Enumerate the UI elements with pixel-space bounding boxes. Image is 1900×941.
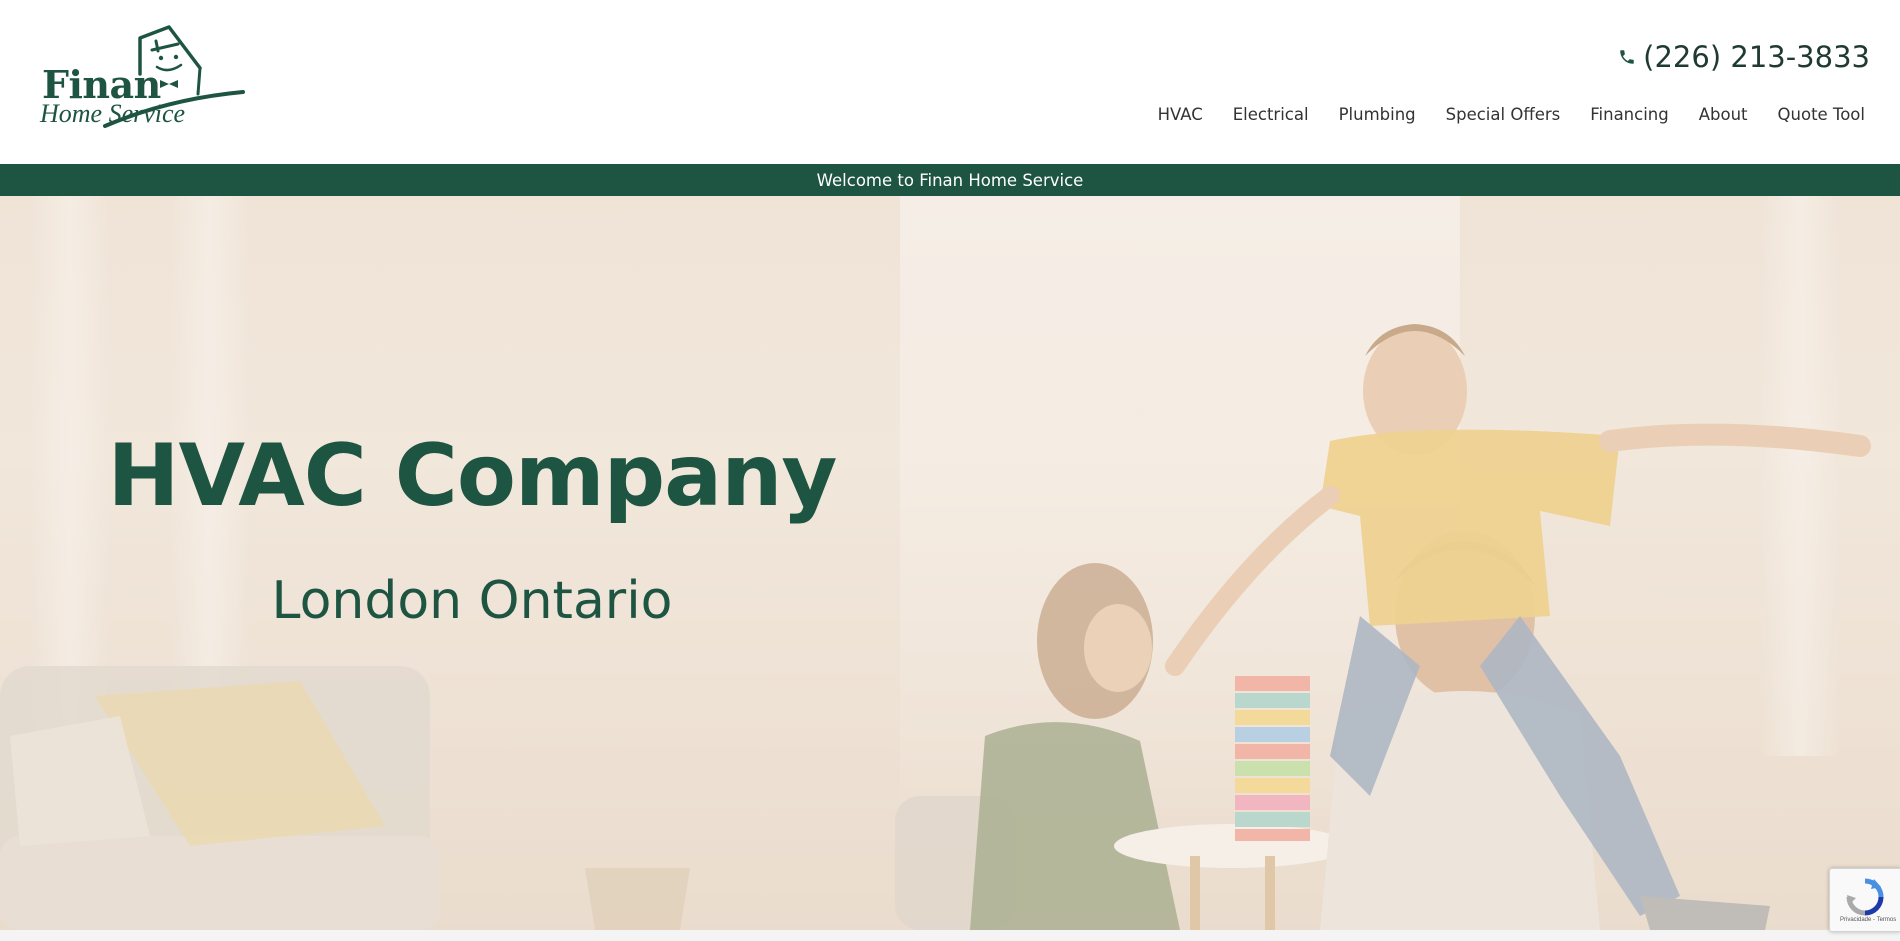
nav-electrical[interactable]: Electrical [1233, 105, 1309, 124]
nav-quote-tool[interactable]: Quote Tool [1778, 105, 1865, 124]
nav-plumbing[interactable]: Plumbing [1339, 105, 1416, 124]
logo-subtitle: Home Service [40, 99, 186, 128]
main-nav: HVAC Electrical Plumbing Special Offers … [1158, 105, 1865, 124]
hero-subtitle: London Ontario [271, 571, 673, 631]
nav-financing[interactable]: Financing [1590, 105, 1669, 124]
phone-number: (226) 213-3833 [1643, 40, 1870, 74]
welcome-bar: Welcome to Finan Home Service [0, 164, 1900, 196]
hero-title: HVAC Company [107, 426, 838, 526]
nav-special-offers[interactable]: Special Offers [1446, 105, 1561, 124]
nav-hvac[interactable]: HVAC [1158, 105, 1203, 124]
phone-icon [1620, 50, 1634, 64]
logo[interactable]: Finan Home Service [38, 24, 248, 129]
phone-link[interactable]: (226) 213-3833 [1618, 40, 1870, 74]
welcome-text: Welcome to Finan Home Service [816, 170, 1084, 190]
recaptcha-icon [1846, 878, 1884, 916]
site-header: Finan Home Service (226) 213-3833 HVAC E… [0, 0, 1900, 164]
hero-family-photo [0, 196, 1900, 930]
recaptcha-text[interactable]: Privacidade - Termos [1840, 917, 1896, 923]
recaptcha-badge[interactable]: Privacidade - Termos [1829, 868, 1900, 932]
hero-banner: HVAC Company London Ontario [0, 196, 1900, 930]
nav-about[interactable]: About [1699, 105, 1748, 124]
page-bottom-strip [0, 930, 1900, 941]
